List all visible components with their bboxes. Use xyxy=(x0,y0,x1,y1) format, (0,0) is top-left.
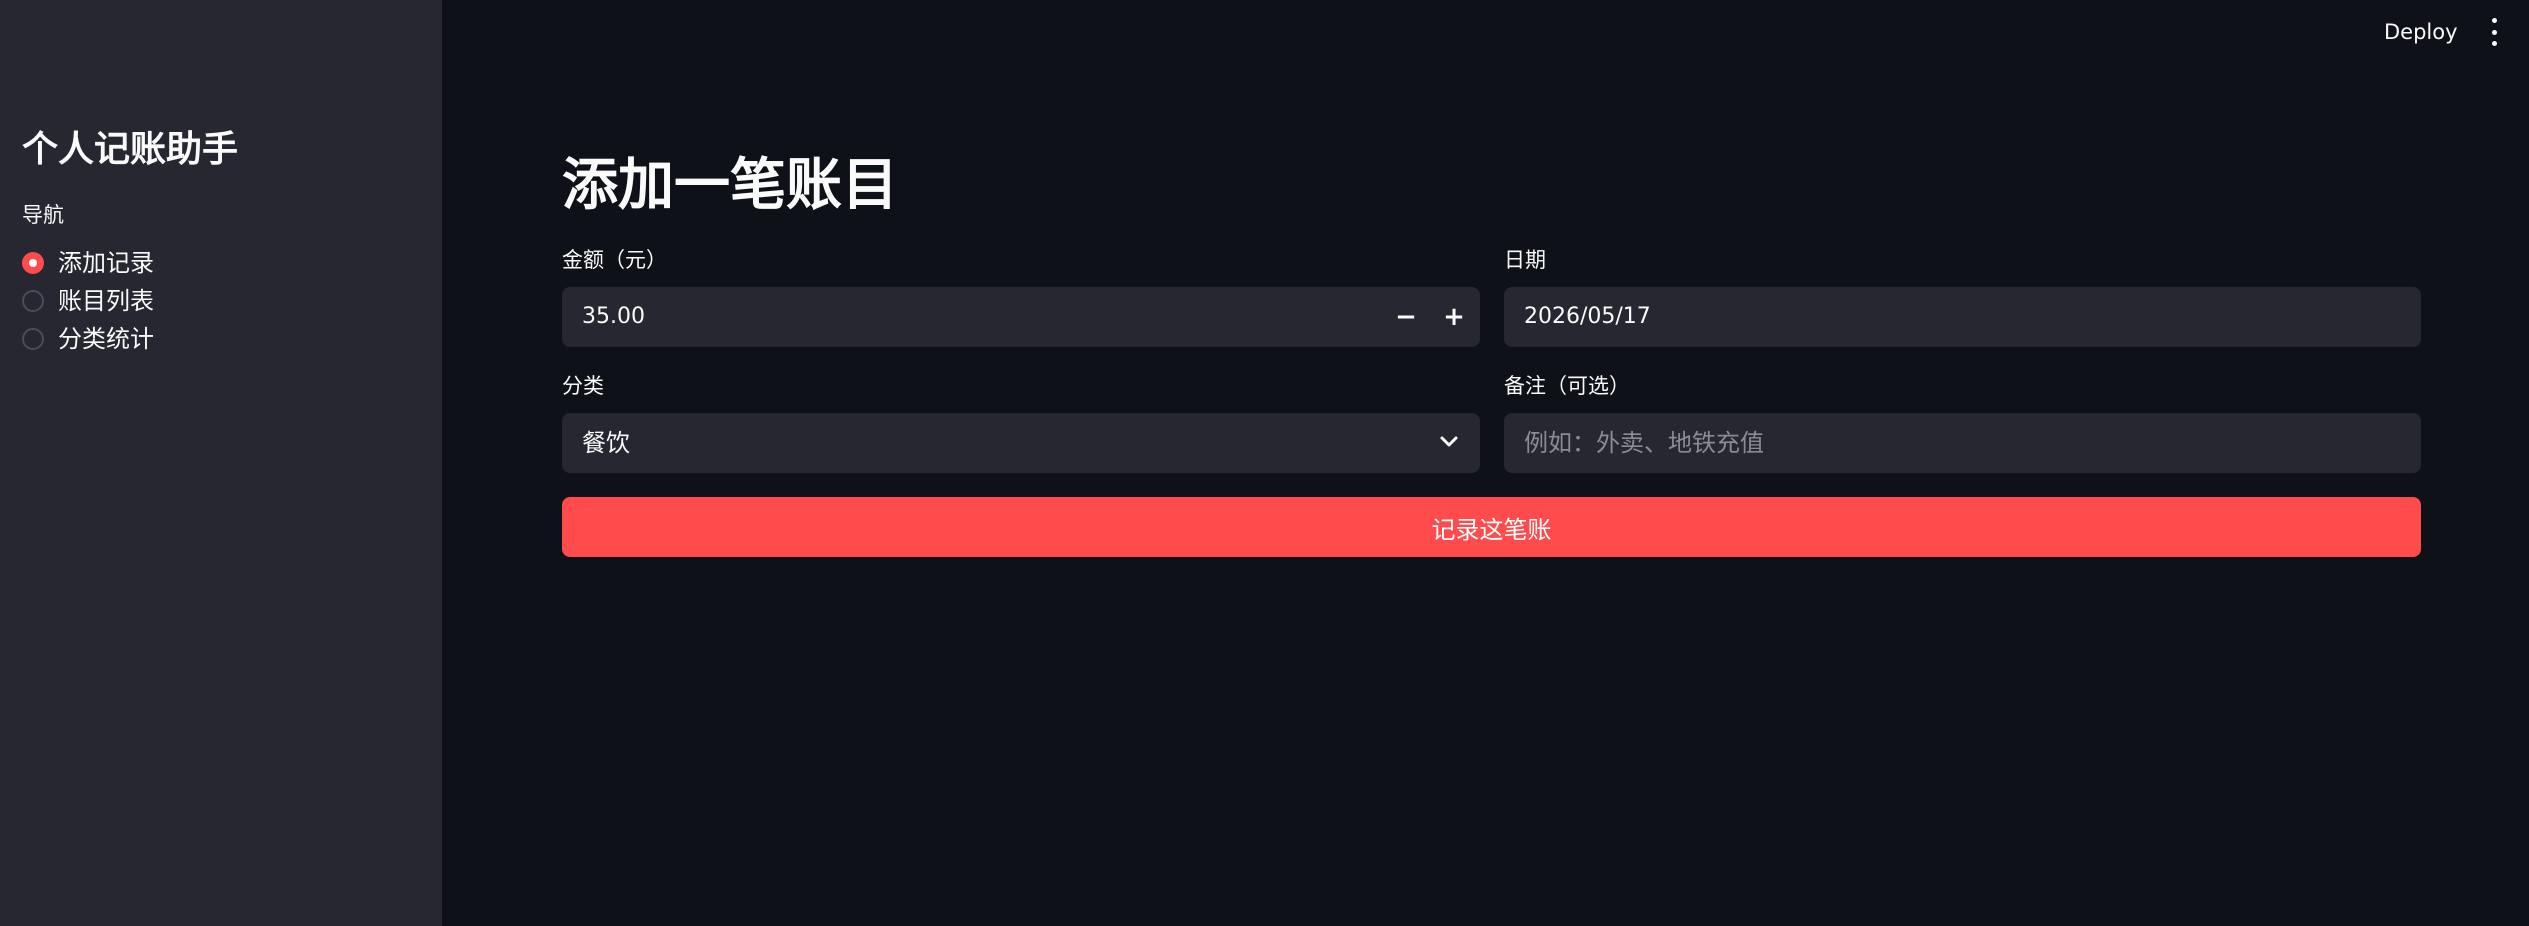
sidebar: 个人记账助手 导航 添加记录 账目列表 分类统计 xyxy=(0,0,442,926)
category-value: 餐饮 xyxy=(582,429,630,457)
nav-item-record-list[interactable]: 账目列表 xyxy=(22,282,154,320)
amount-value[interactable]: 35.00 xyxy=(582,287,645,347)
note-label: 备注（可选） xyxy=(1504,374,1630,398)
minus-icon: − xyxy=(1395,302,1417,332)
app: 个人记账助手 导航 添加记录 账目列表 分类统计 Deploy 添加一笔账目 金… xyxy=(0,0,2529,926)
plus-icon: + xyxy=(1443,302,1465,332)
sidebar-title: 个人记账助手 xyxy=(22,129,239,170)
date-value: 2026/05/17 xyxy=(1524,304,1651,329)
nav-item-label: 添加记录 xyxy=(58,249,154,277)
submit-button[interactable]: 记录这笔账 xyxy=(562,497,2421,557)
category-select[interactable]: 餐饮 xyxy=(562,413,1480,473)
radio-unchecked-icon[interactable] xyxy=(22,290,44,312)
radio-unchecked-icon[interactable] xyxy=(22,328,44,350)
page-title: 添加一笔账目 xyxy=(562,153,898,218)
nav-label: 导航 xyxy=(22,203,64,227)
vertical-ellipsis-icon[interactable] xyxy=(2482,18,2506,46)
amount-label: 金额（元） xyxy=(562,248,667,272)
note-input[interactable] xyxy=(1504,413,2421,473)
decrement-button[interactable]: − xyxy=(1383,287,1429,347)
radio-checked-icon[interactable] xyxy=(22,252,44,274)
chevron-down-icon[interactable] xyxy=(1440,435,1458,449)
amount-stepper[interactable]: 35.00 − + xyxy=(562,287,1480,347)
date-label: 日期 xyxy=(1504,248,1546,272)
deploy-button[interactable]: Deploy xyxy=(2384,16,2458,48)
nav-item-label: 账目列表 xyxy=(58,287,154,315)
increment-button[interactable]: + xyxy=(1431,287,1477,347)
nav-item-add-record[interactable]: 添加记录 xyxy=(22,244,154,282)
category-label: 分类 xyxy=(562,374,604,398)
nav-radio-group: 添加记录 账目列表 分类统计 xyxy=(22,244,154,358)
nav-item-label: 分类统计 xyxy=(58,325,154,353)
date-input[interactable]: 2026/05/17 xyxy=(1504,287,2421,347)
nav-item-category-stats[interactable]: 分类统计 xyxy=(22,320,154,358)
note-field[interactable] xyxy=(1504,413,2421,473)
